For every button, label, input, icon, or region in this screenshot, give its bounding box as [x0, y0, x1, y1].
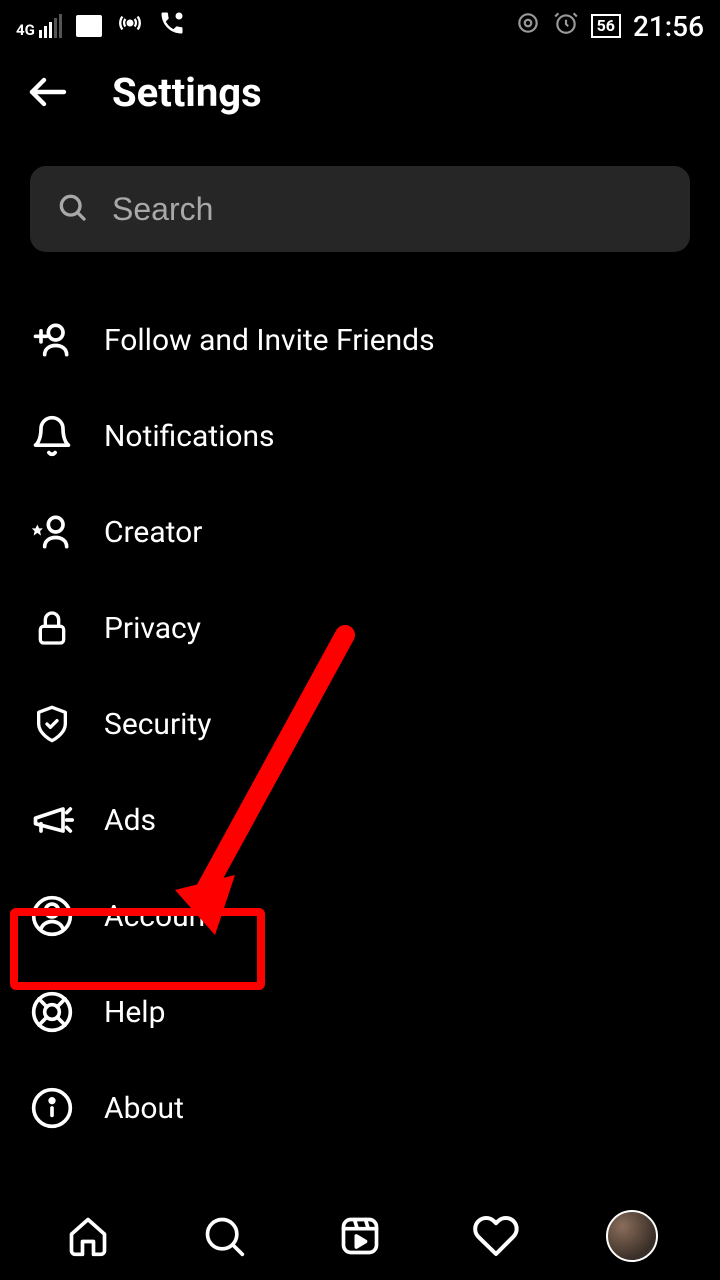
menu-item-ads[interactable]: Ads — [30, 772, 690, 868]
lock-icon — [30, 606, 74, 650]
menu-label: Follow and Invite Friends — [104, 323, 435, 358]
avatar — [606, 1210, 658, 1262]
menu-item-notifications[interactable]: Notifications — [30, 388, 690, 484]
menu-label: Creator — [104, 515, 202, 550]
alarm-icon — [553, 10, 579, 42]
menu-item-privacy[interactable]: Privacy — [30, 580, 690, 676]
page-title: Settings — [112, 69, 262, 116]
nav-reels[interactable] — [334, 1210, 386, 1262]
status-bar: 4G — [0, 0, 720, 48]
nav-activity[interactable] — [470, 1210, 522, 1262]
header: Settings — [0, 48, 720, 146]
nav-home[interactable] — [62, 1210, 114, 1262]
network-label: 4G — [16, 23, 35, 38]
menu-label: Notifications — [104, 419, 275, 454]
menu-item-security[interactable]: Security — [30, 676, 690, 772]
back-button[interactable] — [24, 68, 72, 116]
user-circle-icon — [30, 894, 74, 938]
menu-label: About — [104, 1091, 184, 1126]
menu-item-follow-invite[interactable]: Follow and Invite Friends — [30, 292, 690, 388]
menu-item-account[interactable]: Account — [30, 868, 690, 964]
menu-label: Ads — [104, 803, 156, 838]
call-icon — [158, 9, 186, 43]
lifebuoy-icon — [30, 990, 74, 1034]
megaphone-icon — [30, 798, 74, 842]
menu-label: Help — [104, 995, 165, 1030]
status-right: 56 21:56 — [515, 10, 704, 43]
settings-menu: Follow and Invite Friends Notifications … — [0, 292, 720, 1156]
menu-item-about[interactable]: About — [30, 1060, 690, 1156]
menu-item-creator[interactable]: Creator — [30, 484, 690, 580]
battery-indicator: 56 — [591, 14, 621, 37]
star-person-icon — [30, 510, 74, 554]
hotspot-icon — [116, 9, 144, 43]
person-add-icon — [30, 318, 74, 362]
shield-check-icon — [30, 702, 74, 746]
menu-label: Privacy — [104, 611, 201, 646]
bell-icon — [30, 414, 74, 458]
search-icon — [56, 191, 88, 227]
cast-icon — [515, 10, 541, 42]
search-box[interactable] — [30, 166, 690, 252]
nav-profile[interactable] — [606, 1210, 658, 1262]
clock: 21:56 — [633, 10, 704, 43]
search-input[interactable] — [112, 191, 664, 228]
picture-icon — [76, 15, 102, 37]
bottom-nav — [0, 1192, 720, 1280]
nav-search[interactable] — [198, 1210, 250, 1262]
status-left: 4G — [16, 9, 186, 43]
search-container — [30, 166, 690, 252]
menu-label: Security — [104, 707, 211, 742]
info-icon — [30, 1086, 74, 1130]
menu-item-help[interactable]: Help — [30, 964, 690, 1060]
menu-label: Account — [104, 899, 215, 934]
network-signal: 4G — [16, 14, 62, 38]
